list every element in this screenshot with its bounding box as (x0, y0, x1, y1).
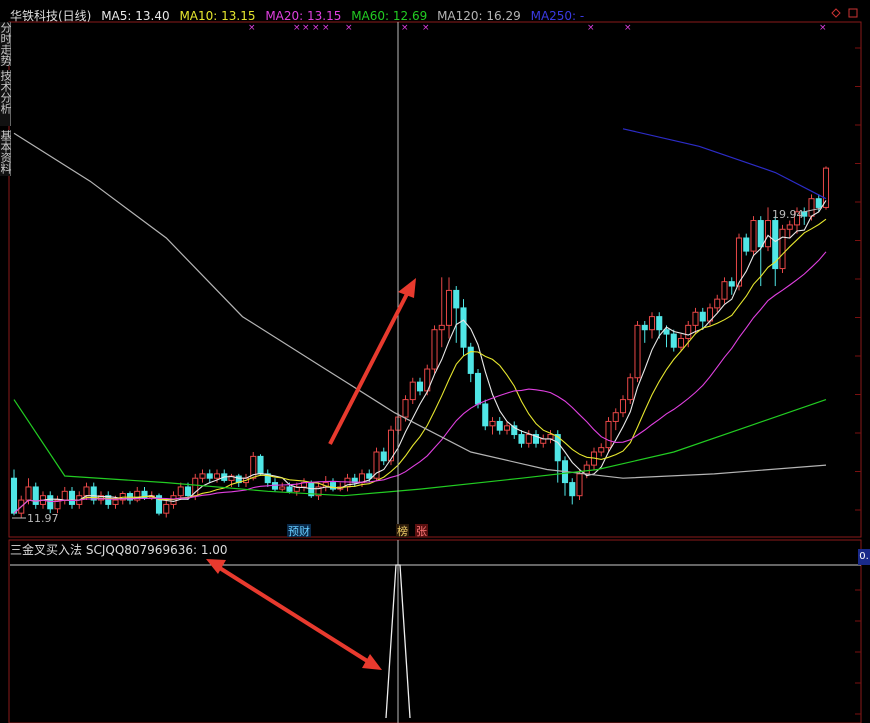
ma10-value: MA10: 13.15 (179, 9, 256, 23)
candle-body (583, 464, 590, 475)
candle-body (474, 372, 482, 405)
candle-body (670, 333, 677, 348)
candle-body (786, 224, 793, 230)
indicator-value: SCJQQ807969636: 1.00 (85, 543, 228, 557)
candle-body (619, 399, 627, 414)
candle-body (634, 324, 641, 379)
signal-marker: × (624, 23, 632, 33)
candle-body (612, 412, 619, 422)
candle-body (184, 486, 192, 497)
event-tag-yu[interactable]: 预 (288, 525, 299, 538)
candle-body (453, 289, 460, 309)
candle-body (743, 237, 750, 252)
indicator-title: 三金叉买入法 (10, 543, 83, 557)
high-price-label: 19.94 (772, 208, 804, 221)
candle-body (764, 220, 772, 248)
signal-marker: × (819, 23, 827, 33)
candle-body (32, 486, 39, 505)
candle-body (627, 377, 634, 401)
candle-body (61, 490, 68, 501)
candle-body (431, 329, 438, 370)
candle-body (25, 486, 32, 501)
signal-marker: × (248, 23, 256, 33)
candle-body (822, 167, 830, 208)
candle-body (10, 477, 18, 514)
chart-canvas: × × × × × × × × × × × 19.94 11.97 预 财 榜 张 (0, 0, 870, 723)
candle-body (540, 438, 547, 444)
signal-marker: × (422, 23, 430, 33)
candle-body (677, 337, 685, 348)
candle-body (808, 198, 815, 217)
candle-body (286, 486, 293, 492)
candle-body (279, 486, 286, 490)
candle-body (380, 451, 387, 462)
candle-body (83, 486, 90, 497)
candle-body (257, 455, 264, 475)
candle-body (656, 316, 663, 331)
side-tab-technical[interactable]: 技术分析 (0, 70, 12, 126)
signal-marker: × (345, 23, 353, 33)
candle-body (605, 420, 612, 449)
candle-body (112, 499, 119, 505)
candle-body (598, 447, 605, 453)
side-tab-intraday[interactable]: 分时走势 (0, 22, 12, 66)
candle-body (460, 307, 467, 348)
candle-body (416, 381, 424, 392)
candle-body (438, 324, 445, 331)
signal-marker: × (293, 23, 301, 33)
ma120-value: MA120: 16.29 (437, 9, 521, 23)
candle-body (750, 220, 757, 252)
ma60-value: MA60: 12.69 (351, 9, 428, 23)
ma250-value: MA250: - (530, 9, 585, 23)
signal-marker: × (312, 23, 320, 33)
candle-body (685, 324, 692, 339)
candle-body (163, 503, 170, 514)
indicator-axis-value: 0. (858, 549, 870, 565)
candle-body (503, 425, 511, 431)
candle-body (663, 329, 670, 335)
candle-body (518, 434, 525, 444)
event-tag-zhang[interactable]: 张 (416, 525, 427, 538)
candle-body (525, 434, 532, 444)
signal-marker: × (587, 23, 595, 33)
candle-body (721, 281, 728, 300)
candle-body (779, 228, 786, 270)
event-tag-bang[interactable]: 榜 (397, 524, 408, 538)
candle-body (445, 289, 453, 326)
candle-body (648, 316, 656, 331)
signal-marker: × (401, 23, 409, 33)
candle-body (641, 324, 648, 331)
candle-body (815, 198, 822, 208)
candle-body (192, 477, 199, 497)
candle-body (47, 495, 54, 510)
candle-body (757, 220, 764, 248)
candle-body (402, 399, 409, 418)
candle-body (496, 420, 503, 431)
candle-body (489, 420, 496, 427)
indicator-legend: 三金叉买入法 SCJQQ807969636: 1.00 (10, 541, 228, 558)
candle-body (547, 434, 554, 440)
side-tab-fundamental[interactable]: 基本资料 (0, 130, 12, 176)
signal-marker: × (322, 23, 330, 33)
event-tag-cai[interactable]: 财 (299, 524, 310, 538)
ma-legend: 华铁科技(日线) MA5: 13.40 MA10: 13.15 MA20: 13… (10, 7, 590, 24)
candle-body (692, 311, 699, 326)
candle-body (68, 490, 76, 505)
candle-body (699, 311, 706, 322)
candle-body (714, 298, 721, 309)
candle-body (199, 473, 206, 479)
low-price-label: 11.97 (27, 512, 59, 525)
candle-body (569, 482, 576, 497)
candle-body (482, 403, 489, 427)
ma20-value: MA20: 13.15 (265, 9, 342, 23)
candle-body (213, 473, 221, 479)
candle-body (409, 381, 416, 401)
candle-body (177, 486, 184, 497)
candle-body (206, 473, 213, 479)
stock-name: 华铁科技(日线) (10, 9, 92, 23)
candle-body (728, 281, 735, 287)
ma5-value: MA5: 13.40 (101, 9, 170, 23)
signal-marker: × (302, 23, 310, 33)
candle-body (576, 473, 583, 497)
